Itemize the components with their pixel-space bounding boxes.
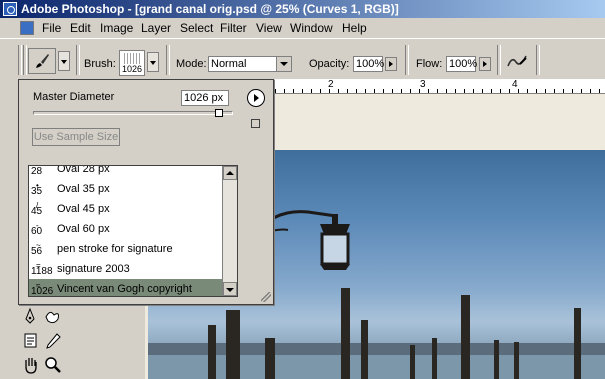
menu-image[interactable]: Image bbox=[100, 21, 133, 35]
ruler-tick: 2 bbox=[328, 79, 334, 90]
brush-item-name: Oval 35 px bbox=[57, 183, 110, 195]
custom-shape-tool[interactable] bbox=[42, 307, 64, 327]
magnifier-icon bbox=[45, 357, 61, 373]
zoom-tool[interactable] bbox=[42, 355, 64, 375]
brush-size: 1026 bbox=[121, 64, 143, 74]
horizontal-ruler[interactable]: 2 3 4 bbox=[275, 79, 605, 94]
mode-select[interactable]: Normal bbox=[208, 56, 292, 72]
use-sample-size-button[interactable]: Use Sample Size bbox=[32, 128, 120, 146]
brush-item-size: 35 bbox=[31, 186, 43, 197]
separator bbox=[536, 45, 540, 75]
brush-item-name: Oval 45 px bbox=[57, 203, 110, 215]
hand-tool[interactable] bbox=[20, 355, 42, 375]
menu-layer[interactable]: Layer bbox=[141, 21, 171, 35]
opacity-field[interactable]: 100% bbox=[353, 56, 384, 72]
opacity-slider-button[interactable] bbox=[385, 57, 397, 71]
brush-item-size: 56 bbox=[31, 246, 43, 257]
resize-grip-icon[interactable] bbox=[261, 292, 271, 302]
separator bbox=[76, 45, 80, 75]
options-bar: Brush: 1026 Mode: Normal Opacity: 100% F… bbox=[0, 38, 605, 79]
menu-select[interactable]: Select bbox=[180, 21, 213, 35]
separator bbox=[18, 45, 22, 75]
brush-item-size: 1026 bbox=[31, 286, 54, 297]
list-item[interactable]: - 60 Oval 60 px bbox=[29, 219, 222, 239]
opacity-label: Opacity: bbox=[309, 58, 350, 70]
brush-picker-dropdown[interactable] bbox=[147, 52, 159, 72]
mode-label: Mode: bbox=[176, 58, 207, 70]
brush-label: Brush: bbox=[84, 58, 116, 70]
separator bbox=[23, 45, 27, 75]
flow-slider-button[interactable] bbox=[479, 57, 491, 71]
menu-filter[interactable]: Filter bbox=[220, 21, 247, 35]
brush-icon bbox=[36, 54, 49, 68]
menu-bar: File Edit Image Layer Select Filter View… bbox=[0, 18, 605, 38]
menu-help[interactable]: Help bbox=[342, 21, 367, 35]
menu-window[interactable]: Window bbox=[290, 21, 333, 35]
list-item[interactable]: = 1188 signature 2003 bbox=[29, 259, 222, 279]
brush-tip-icon bbox=[124, 53, 140, 64]
eyedropper-icon bbox=[46, 333, 61, 349]
list-item[interactable]: 28 Oval 28 px bbox=[29, 165, 222, 179]
slider-thumb[interactable] bbox=[215, 109, 223, 117]
scroll-up-icon[interactable] bbox=[223, 166, 237, 180]
skyline bbox=[148, 343, 605, 355]
separator bbox=[405, 45, 409, 75]
notes-tool[interactable] bbox=[20, 331, 42, 351]
brush-preview[interactable]: 1026 bbox=[119, 50, 145, 76]
brush-item-name: Oval 28 px bbox=[57, 165, 110, 175]
brush-item-size: 45 bbox=[31, 206, 43, 217]
photoshop-icon[interactable] bbox=[3, 2, 17, 16]
list-item-selected[interactable]: ≈ 1026 Vincent van Gogh copyright bbox=[29, 279, 222, 297]
ruler-tick: 4 bbox=[512, 79, 518, 90]
water bbox=[148, 355, 605, 379]
eyedropper-tool[interactable] bbox=[42, 331, 64, 351]
title-bar: Adobe Photoshop - [grand canal orig.psd … bbox=[0, 0, 605, 18]
toolbox bbox=[0, 305, 145, 379]
brush-item-size: 1188 bbox=[31, 266, 53, 277]
hand-icon bbox=[25, 358, 37, 374]
menu-edit[interactable]: Edit bbox=[70, 21, 91, 35]
brush-item-name: Vincent van Gogh copyright bbox=[57, 283, 192, 295]
list-item[interactable]: / 45 Oval 45 px bbox=[29, 199, 222, 219]
menu-view[interactable]: View bbox=[256, 21, 282, 35]
window-title: Adobe Photoshop - [grand canal orig.psd … bbox=[21, 2, 399, 16]
tool-preset-dropdown[interactable] bbox=[58, 51, 70, 71]
ruler-tick: 3 bbox=[420, 79, 426, 90]
airbrush-icon[interactable] bbox=[506, 52, 528, 70]
brush-item-name: pen stroke for signature bbox=[57, 243, 173, 255]
mode-value: Normal bbox=[211, 58, 247, 70]
panel-options-icon[interactable] bbox=[251, 119, 260, 128]
chevron-down-icon bbox=[276, 57, 291, 71]
menu-file[interactable]: File bbox=[42, 21, 61, 35]
master-diameter-slider[interactable] bbox=[33, 111, 233, 115]
brush-item-size: 60 bbox=[31, 226, 43, 237]
brush-list: 28 Oval 28 px • 35 Oval 35 px / 45 Oval … bbox=[28, 165, 238, 297]
pen-tool[interactable] bbox=[20, 307, 42, 327]
brush-list-scrollbar[interactable] bbox=[222, 166, 237, 296]
brush-picker-panel: Master Diameter 1026 px Use Sample Size … bbox=[18, 79, 274, 305]
brush-item-name: signature 2003 bbox=[57, 263, 130, 275]
brush-item-size: 28 bbox=[31, 166, 43, 177]
list-item[interactable]: • 35 Oval 35 px bbox=[29, 179, 222, 199]
shape-icon bbox=[45, 311, 59, 324]
separator bbox=[497, 45, 501, 75]
master-diameter-input[interactable]: 1026 px bbox=[181, 90, 229, 106]
separator bbox=[166, 45, 170, 75]
scroll-down-icon[interactable] bbox=[223, 282, 237, 296]
flow-label: Flow: bbox=[416, 58, 443, 70]
flow-field[interactable]: 100% bbox=[446, 56, 477, 72]
notes-icon bbox=[24, 333, 37, 348]
brush-item-name: Oval 60 px bbox=[57, 223, 110, 235]
master-diameter-label: Master Diameter bbox=[33, 91, 115, 103]
tool-preset-picker[interactable] bbox=[28, 48, 56, 74]
pen-icon bbox=[25, 307, 35, 324]
list-item[interactable]: ~ 56 pen stroke for signature bbox=[29, 239, 222, 259]
panel-menu-button[interactable] bbox=[247, 89, 265, 107]
document-icon[interactable] bbox=[20, 21, 34, 35]
